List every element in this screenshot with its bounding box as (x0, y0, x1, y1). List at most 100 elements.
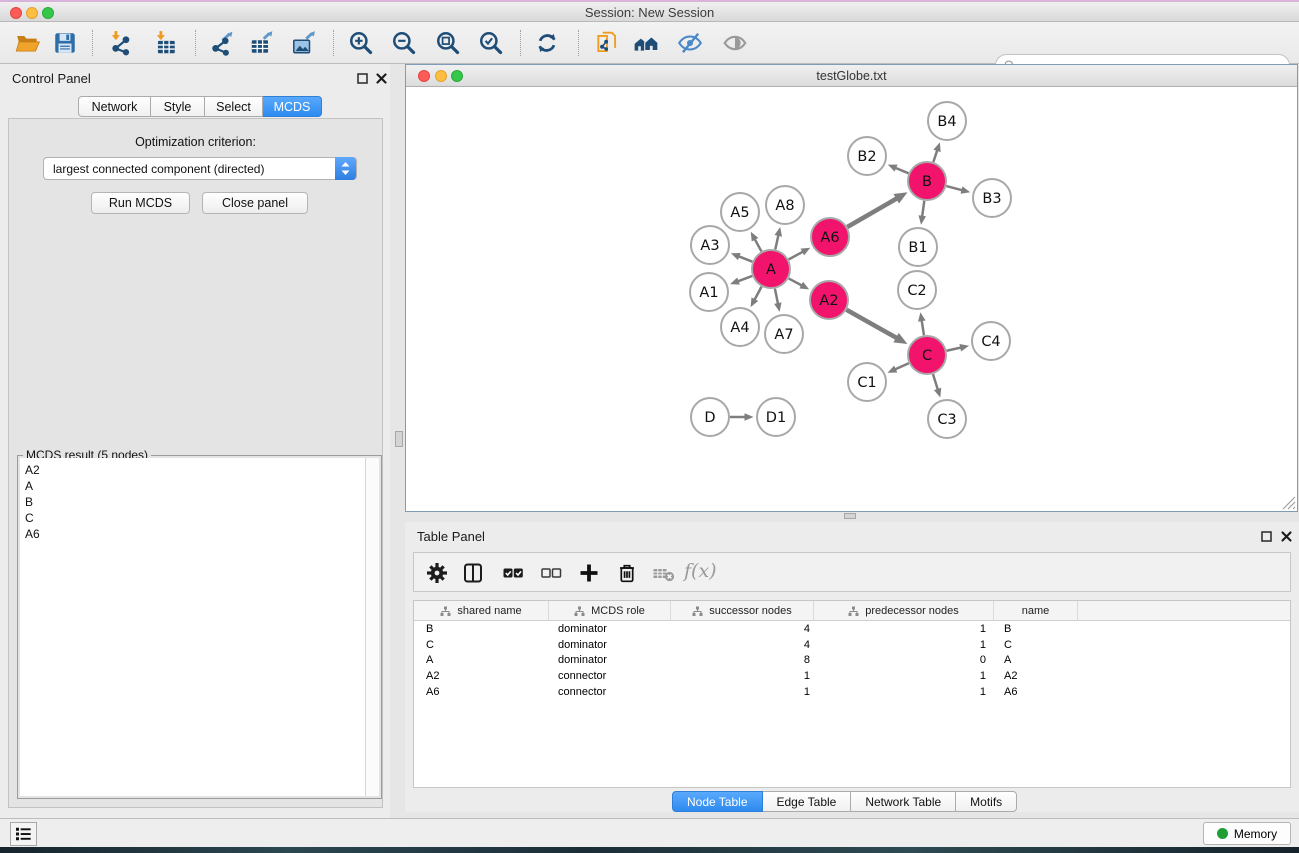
resize-grip-icon[interactable] (1282, 496, 1296, 510)
task-history-button[interactable] (10, 822, 37, 846)
table-cell[interactable]: connector (549, 670, 671, 682)
table-settings-button[interactable] (424, 560, 450, 586)
graph-node-D[interactable]: D (691, 398, 729, 436)
table-cell[interactable]: 0 (814, 654, 994, 666)
column-header-shared-name[interactable]: shared name (414, 601, 549, 621)
graph-node-A7[interactable]: A7 (765, 315, 803, 353)
graph-node-A6[interactable]: A6 (811, 218, 849, 256)
function-builder-button[interactable]: f(x) (684, 560, 717, 582)
mcds-result-list[interactable]: A2ABCA6 (20, 458, 379, 796)
graph-node-C[interactable]: C (908, 336, 946, 374)
mcds-result-item[interactable]: A (20, 478, 364, 494)
delete-table-button[interactable] (650, 560, 676, 586)
tab-node-table[interactable]: Node Table (672, 791, 763, 812)
tab-motifs[interactable]: Motifs (956, 791, 1017, 812)
column-header-successor-nodes[interactable]: successor nodes (671, 601, 814, 621)
graph-node-B4[interactable]: B4 (928, 102, 966, 140)
zoom-out-button[interactable] (389, 28, 419, 58)
graph-node-A1[interactable]: A1 (690, 273, 728, 311)
graph-node-A8[interactable]: A8 (766, 186, 804, 224)
column-header-mcds-role[interactable]: MCDS role (549, 601, 671, 621)
table-row[interactable]: Adominator80A (414, 652, 1290, 668)
tab-edge-table[interactable]: Edge Table (763, 791, 852, 812)
graph-node-C2[interactable]: C2 (898, 271, 936, 309)
tab-network[interactable]: Network (78, 96, 151, 117)
table-cell[interactable]: B (414, 623, 549, 635)
column-view-button[interactable] (460, 560, 486, 586)
open-session-button[interactable] (13, 28, 43, 58)
graph-node-C3[interactable]: C3 (928, 400, 966, 438)
graph-node-C1[interactable]: C1 (848, 363, 886, 401)
hide-panels-button[interactable] (675, 28, 705, 58)
zoom-fit-button[interactable] (433, 28, 463, 58)
table-cell[interactable]: 4 (671, 623, 814, 635)
table-cell[interactable]: 8 (671, 654, 814, 666)
vertical-splitter-handle[interactable] (395, 431, 403, 447)
table-row[interactable]: A2connector11A2 (414, 668, 1290, 684)
home-button[interactable] (631, 28, 661, 58)
network-window-titlebar[interactable]: testGlobe.txt (406, 65, 1297, 87)
deselect-all-button[interactable] (538, 560, 564, 586)
import-table-button[interactable] (150, 28, 180, 58)
close-panel-button-mcds[interactable]: Close panel (202, 192, 308, 214)
run-mcds-button[interactable]: Run MCDS (91, 192, 190, 214)
tab-style[interactable]: Style (151, 96, 205, 117)
table-row[interactable]: A6connector11A6 (414, 684, 1290, 700)
horizontal-splitter-handle[interactable] (844, 513, 856, 519)
duplicate-network-button[interactable] (592, 28, 622, 58)
table-cell[interactable]: dominator (549, 654, 671, 666)
memory-button[interactable]: Memory (1203, 822, 1291, 845)
export-network-button[interactable] (206, 28, 236, 58)
graph-node-A5[interactable]: A5 (721, 193, 759, 231)
mcds-result-item[interactable]: A6 (20, 526, 364, 542)
mcds-result-item[interactable]: B (20, 494, 364, 510)
tab-mcds[interactable]: MCDS (263, 96, 322, 117)
graph-node-A[interactable]: A (752, 250, 790, 288)
delete-button[interactable] (614, 560, 640, 586)
table-cell[interactable]: A (414, 654, 549, 666)
table-cell[interactable]: 1 (814, 623, 994, 635)
close-panel-button[interactable] (376, 73, 387, 84)
export-table-button[interactable] (246, 28, 276, 58)
float-table-panel-button[interactable] (1261, 531, 1272, 542)
table-cell[interactable]: C (994, 639, 1078, 651)
table-cell[interactable]: dominator (549, 623, 671, 635)
save-session-button[interactable] (50, 28, 80, 58)
column-header-predecessor-nodes[interactable]: predecessor nodes (814, 601, 994, 621)
graph-node-A2[interactable]: A2 (810, 281, 848, 319)
network-graph-canvas[interactable]: AA1A2A3A4A5A6A7A8BB1B2B3B4CC1C2C3C4DD1 (406, 87, 1297, 511)
refresh-button[interactable] (532, 28, 562, 58)
graph-node-B1[interactable]: B1 (899, 228, 937, 266)
tab-select[interactable]: Select (205, 96, 263, 117)
graph-node-B3[interactable]: B3 (973, 179, 1011, 217)
table-cell[interactable]: 1 (671, 670, 814, 682)
mcds-result-scrollbar[interactable] (365, 458, 379, 796)
table-cell[interactable]: A (994, 654, 1078, 666)
table-cell[interactable]: 1 (671, 686, 814, 698)
tab-network-table[interactable]: Network Table (851, 791, 956, 812)
optimization-criterion-dropdown[interactable]: largest connected component (directed) (43, 157, 357, 180)
show-panels-button[interactable] (720, 28, 750, 58)
table-row[interactable]: Bdominator41B (414, 621, 1290, 637)
table-cell[interactable]: A6 (414, 686, 549, 698)
table-cell[interactable]: dominator (549, 639, 671, 651)
add-column-button[interactable] (576, 560, 602, 586)
table-cell[interactable]: B (994, 623, 1078, 635)
import-network-button[interactable] (105, 28, 135, 58)
select-all-button[interactable] (500, 560, 526, 586)
graph-node-B2[interactable]: B2 (848, 137, 886, 175)
column-header-name[interactable]: name (994, 601, 1078, 621)
mcds-result-item[interactable]: A2 (20, 462, 364, 478)
close-table-panel-button[interactable] (1281, 531, 1292, 542)
zoom-selected-button[interactable] (476, 28, 506, 58)
table-cell[interactable]: 4 (671, 639, 814, 651)
table-cell[interactable]: A2 (994, 670, 1078, 682)
zoom-in-button[interactable] (346, 28, 376, 58)
table-cell[interactable]: connector (549, 686, 671, 698)
table-row[interactable]: Cdominator41C (414, 637, 1290, 653)
mcds-result-item[interactable]: C (20, 510, 364, 526)
graph-node-A3[interactable]: A3 (691, 226, 729, 264)
graph-node-D1[interactable]: D1 (757, 398, 795, 436)
export-image-button[interactable] (288, 28, 318, 58)
table-cell[interactable]: C (414, 639, 549, 651)
